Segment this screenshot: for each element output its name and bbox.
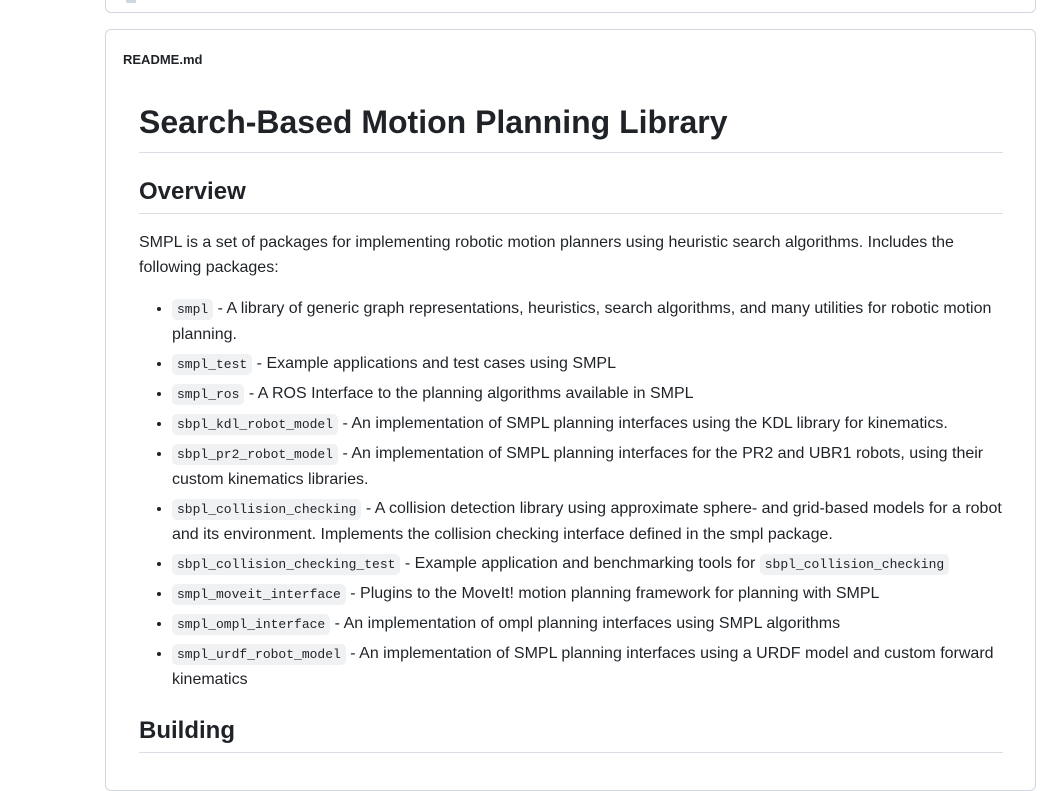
readme-article: Search-Based Motion Planning Library Ove…: [139, 102, 1003, 769]
package-desc: - Plugins to the MoveIt! motion planning…: [345, 585, 880, 602]
package-desc: - An implementation of ompl planning int…: [330, 615, 841, 632]
list-item: smpl_test - Example applications and tes…: [172, 351, 1003, 377]
package-desc: - An implementation of SMPL planning int…: [338, 415, 948, 432]
list-item: sbpl_collision_checking - A collision de…: [172, 496, 1003, 547]
package-code: smpl_ompl_interface: [172, 614, 331, 635]
package-code-ref: sbpl_collision_checking: [759, 554, 950, 575]
package-code: smpl_moveit_interface: [172, 584, 346, 605]
package-desc: - Example applications and test cases us…: [252, 355, 616, 372]
package-code: sbpl_kdl_robot_model: [172, 414, 339, 435]
list-item: smpl_ompl_interface - An implementation …: [172, 611, 1003, 637]
list-item: sbpl_kdl_robot_model - An implementation…: [172, 411, 1003, 437]
package-code: sbpl_collision_checking_test: [172, 554, 401, 575]
list-item: sbpl_collision_checking_test - Example a…: [172, 551, 1003, 577]
package-code: sbpl_pr2_robot_model: [172, 444, 339, 465]
file-icon: [126, 0, 136, 3]
building-heading: Building: [139, 716, 1003, 753]
readme-panel: README.md Search-Based Motion Planning L…: [105, 29, 1036, 791]
list-item: smpl_moveit_interface - Plugins to the M…: [172, 581, 1003, 607]
previous-panel: [105, 0, 1036, 13]
list-item: smpl_ros - A ROS Interface to the planni…: [172, 381, 1003, 407]
package-code: smpl: [172, 299, 214, 320]
readme-filename[interactable]: README.md: [123, 52, 202, 67]
overview-text: SMPL is a set of packages for implementi…: [139, 234, 954, 276]
list-item: sbpl_pr2_robot_model - An implementation…: [172, 441, 1003, 492]
package-code: smpl_ros: [172, 384, 245, 405]
list-item: smpl_urdf_robot_model - An implementatio…: [172, 641, 1003, 692]
package-code: smpl_test: [172, 354, 253, 375]
package-desc: - Example application and benchmarking t…: [400, 555, 760, 572]
package-list: smpl - A library of generic graph repres…: [139, 296, 1003, 692]
package-code: smpl_urdf_robot_model: [172, 644, 346, 665]
package-desc: - A ROS Interface to the planning algori…: [244, 385, 694, 402]
overview-heading: Overview: [139, 177, 1003, 214]
package-desc: - A library of generic graph representat…: [172, 300, 992, 343]
list-item: smpl - A library of generic graph repres…: [172, 296, 1003, 347]
page-title: Search-Based Motion Planning Library: [139, 102, 1003, 153]
package-code: sbpl_collision_checking: [172, 499, 362, 520]
